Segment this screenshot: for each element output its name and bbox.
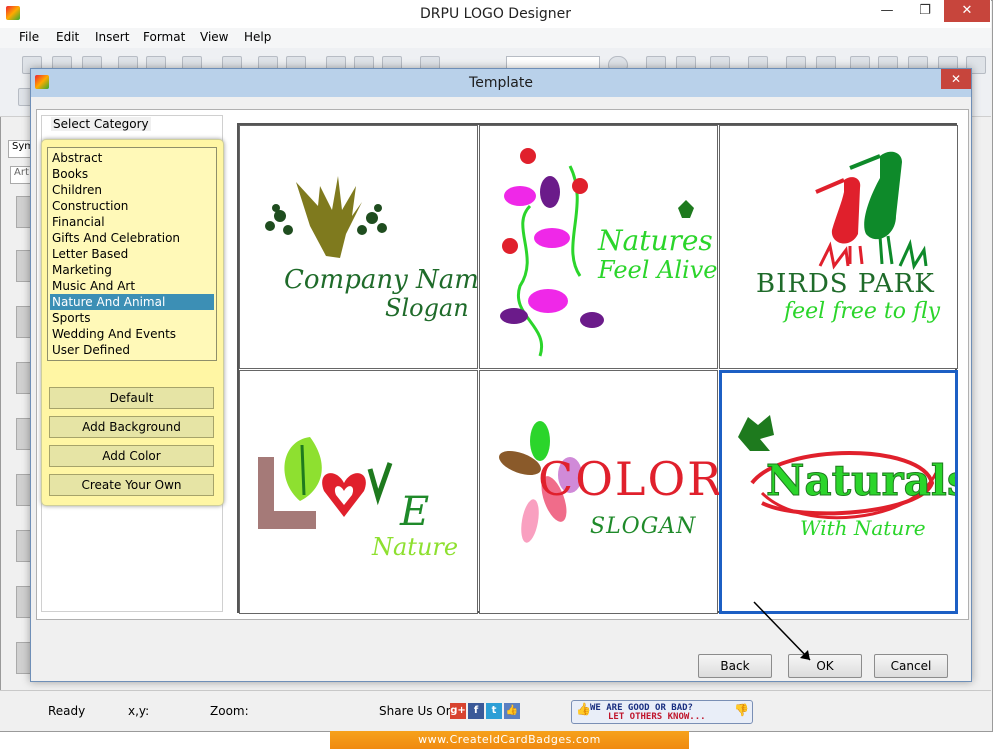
menu-view[interactable]: View [200, 30, 228, 44]
category-label: Select Category [51, 117, 151, 131]
google-plus-icon[interactable]: g+ [450, 703, 466, 719]
add-color-button[interactable]: Add Color [49, 445, 214, 467]
template-natures[interactable]: Natures Feel Alive [479, 125, 718, 369]
color-logo-art: COLOR SLOGAN [499, 421, 719, 543]
eagle-logo-art: Company Name Slogan [265, 176, 479, 322]
category-item[interactable]: Construction [50, 198, 214, 214]
minimize-button[interactable]: — [870, 0, 904, 22]
category-item[interactable]: Gifts And Celebration [50, 230, 214, 246]
category-item[interactable]: Letter Based [50, 246, 214, 262]
arrow-annotation-icon [753, 601, 811, 661]
template-line2: Nature [371, 533, 458, 561]
twitter-icon[interactable]: t [486, 703, 502, 719]
template-dialog: Template ✕ Select Category Abstract Book… [30, 68, 972, 682]
facebook-icon[interactable]: f [468, 703, 484, 719]
dialog-titlebar: Template ✕ [31, 69, 971, 97]
feedback-line2: LET OTHERS KNOW... [608, 712, 706, 722]
default-button[interactable]: Default [49, 387, 214, 409]
category-item[interactable]: Children [50, 182, 214, 198]
template-color-slogan[interactable]: COLOR SLOGAN [479, 370, 719, 614]
dialog-close-button[interactable]: ✕ [941, 69, 971, 89]
template-birds-park[interactable]: BIRDS PARK feel free to fly [719, 125, 958, 369]
category-item[interactable]: Music And Art [50, 278, 214, 294]
close-window-button[interactable]: ✕ [944, 0, 990, 22]
dialog-title: Template [469, 75, 533, 91]
status-ready: Ready [48, 704, 86, 718]
thumbs-up-icon[interactable]: 👍 [504, 703, 520, 719]
add-background-button[interactable]: Add Background [49, 416, 214, 438]
menu-file[interactable]: File [19, 30, 39, 44]
category-item[interactable]: Wedding And Events [50, 326, 214, 342]
menu-format[interactable]: Format [143, 30, 185, 44]
thumbs-down-icon: 👎 [734, 703, 749, 717]
category-item[interactable]: Abstract [50, 150, 214, 166]
template-line2: Feel Alive [597, 256, 718, 284]
feedback-button[interactable]: 👍 WE ARE GOOD OR BAD? LET OTHERS KNOW...… [571, 700, 753, 724]
category-item[interactable]: Books [50, 166, 214, 182]
love-logo-art: E Nature [258, 437, 458, 561]
template-line2: SLOGAN [590, 514, 696, 539]
category-list[interactable]: Abstract Books Children Construction Fin… [47, 147, 217, 361]
create-your-own-button[interactable]: Create Your Own [49, 474, 214, 496]
app-title: DRPU LOGO Designer [420, 6, 571, 22]
status-coords: x,y: [128, 704, 150, 718]
menu-edit[interactable]: Edit [56, 30, 79, 44]
template-line2: Slogan [385, 294, 469, 322]
menu-help[interactable]: Help [244, 30, 271, 44]
website-banner[interactable]: www.CreateIdCardBadges.com [330, 731, 689, 749]
template-company-name[interactable]: Company Name Slogan [239, 125, 479, 369]
category-item-selected[interactable]: Nature And Animal [50, 294, 214, 310]
template-line1: BIRDS PARK [756, 269, 935, 299]
category-item[interactable]: Financial [50, 214, 214, 230]
restore-button[interactable]: ❐ [908, 0, 942, 22]
cancel-button[interactable]: Cancel [874, 654, 948, 678]
category-item[interactable]: User Defined [50, 342, 214, 358]
main-titlebar: DRPU LOGO Designer — ❐ ✕ [0, 0, 991, 28]
template-line1: Naturals [766, 456, 955, 505]
template-line1: Company Name [284, 265, 479, 295]
template-line1: E [399, 489, 429, 535]
menu-insert[interactable]: Insert [95, 30, 129, 44]
floral-logo-art: Natures Feel Alive [500, 148, 718, 357]
template-naturals-selected[interactable]: Naturals With Nature [719, 370, 958, 614]
status-zoom: Zoom: [210, 704, 249, 718]
template-line1: COLOR [538, 452, 719, 506]
category-item[interactable]: Sports [50, 310, 214, 326]
naturals-logo-art: Naturals With Nature [738, 415, 955, 540]
menu-bar: File Edit Insert Format View Help [0, 28, 991, 48]
share-label: Share Us On: [379, 704, 458, 718]
template-line2: feel free to fly [782, 299, 941, 324]
template-line1: Natures [597, 224, 713, 257]
template-love-nature[interactable]: E Nature [239, 370, 478, 614]
template-line2: With Nature [800, 516, 926, 540]
thumbs-icon: 👍 [576, 702, 591, 716]
category-item[interactable]: Marketing [50, 262, 214, 278]
birds-logo-art: BIRDS PARK feel free to fly [756, 151, 941, 324]
template-grid: Company Name Slogan Natures Feel Alive B… [237, 123, 958, 614]
